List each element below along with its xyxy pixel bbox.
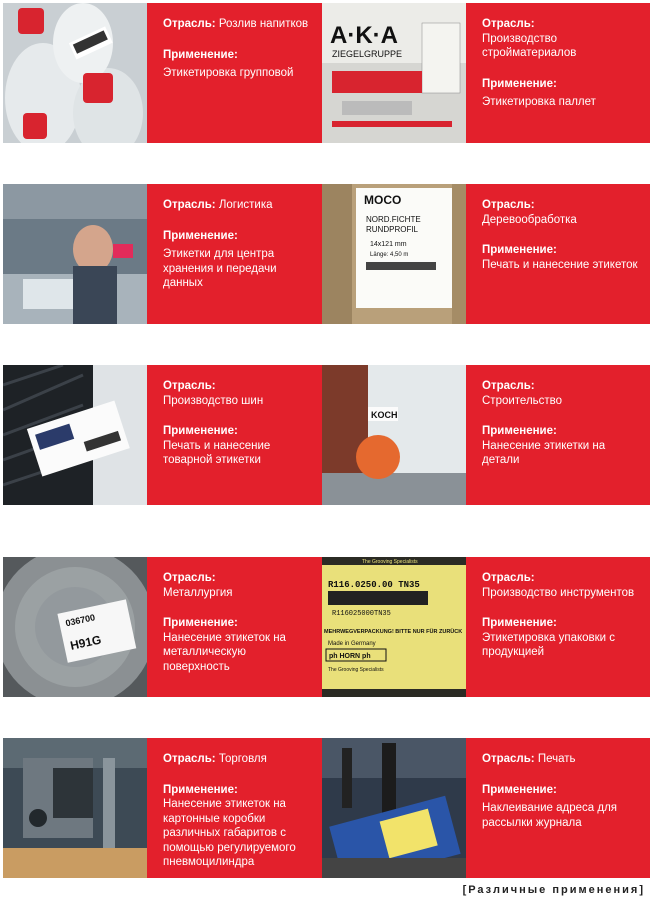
moco-line1-text: NORD.FICHTE: [366, 215, 421, 224]
application-label: Применение:: [163, 48, 238, 61]
tool-code-text: R116.0250.00 TN35: [328, 580, 420, 590]
card-panel-7: Отрасль: Металлургия Применение: Нанесен…: [147, 557, 322, 697]
application-value: Этикетировка упаковки с продукцией: [482, 631, 616, 659]
application-value: Нанесение этикеток на металлическую пове…: [163, 631, 286, 673]
industry-value: Производство инструментов: [482, 586, 635, 599]
moco-len-text: Länge: 4,50 m: [370, 252, 408, 258]
koch-label-text: KOCH: [371, 410, 398, 420]
photo-trade-machine: [3, 738, 147, 878]
industry-value: Логистика: [218, 199, 273, 211]
application-value: Печать и нанесение этикеток: [482, 258, 638, 271]
photo-construction: KOCH: [322, 365, 466, 505]
tool-slogan-text: The Grooving Specialists: [328, 667, 384, 673]
industry-label: Отрасль:: [163, 753, 216, 765]
card-panel-5: Отрасль: Производство шин Применение: Пе…: [147, 365, 322, 505]
industry-label: Отрасль:: [163, 18, 216, 30]
industry-label: Отрасль:: [482, 199, 535, 211]
industry-label: Отрасль:: [482, 380, 535, 392]
application-label: Применение:: [482, 617, 557, 629]
card-panel-4: Отрасль: Деревообработка Применение: Печ…: [466, 184, 650, 324]
photo-print-mailing: [322, 738, 466, 878]
application-label: Применение:: [482, 783, 557, 796]
application-label: Применение:: [163, 617, 238, 629]
moco-size-text: 14x121 mm: [370, 241, 407, 248]
industry-value: Печать: [537, 753, 576, 765]
tool-brand-text: ph HORN ph: [329, 653, 371, 660]
aka-sub-text: ZIEGELGRUPPE: [332, 49, 402, 59]
industry-value: Металлургия: [163, 586, 233, 599]
application-value: Этикетки для центра хранения и передачи …: [163, 248, 277, 289]
industry-value: Строительство: [482, 394, 563, 407]
photo-aka-pallet: A·K·A ZIEGELGRUPPE: [322, 3, 466, 143]
photo-wood-label: MOCO NORD.FICHTE RUNDPROFIL 14x121 mm Lä…: [322, 184, 466, 324]
application-value: Печать и нанесение товарной этикетки: [163, 439, 271, 467]
application-value: Нанесение этикетки на детали: [482, 439, 606, 467]
industry-label: Отрасль:: [163, 572, 216, 584]
application-value: Этикетировка паллет: [482, 96, 596, 108]
card-panel-8: Отрасль: Производство инструментов Приме…: [466, 557, 650, 697]
moco-brand-text: MOCO: [364, 193, 401, 207]
industry-label: Отрасль:: [482, 18, 535, 30]
card-panel-2: Отрасль: Производство стройматериалов Пр…: [466, 3, 650, 143]
tool-slogan-top-text: The Grooving Specialists: [362, 559, 418, 565]
tool-line-text: MEHRWEGVERPACKUNG! BITTE NUR FÜR ZURÜCK: [324, 628, 462, 635]
tool-made-text: Made in Germany: [328, 641, 376, 647]
industry-value: Деревообработка: [482, 213, 577, 226]
industry-label: Отрасль:: [482, 753, 535, 765]
application-label: Применение:: [163, 425, 238, 437]
application-label: Применение:: [482, 77, 557, 90]
photo-tools-box: The Grooving Specialists R116.0250.00 TN…: [322, 557, 466, 697]
application-value: Наклеивание адреса для рассылки журнала: [482, 802, 618, 829]
card-panel-3: Отрасль: Логистика Применение: Этикетки …: [147, 184, 322, 324]
application-value: Нанесение этикеток на картонные коробки …: [163, 798, 296, 868]
card-panel-6: Отрасль: Строительство Применение: Нанес…: [466, 365, 650, 505]
application-label: Применение:: [482, 425, 557, 437]
industry-label: Отрасль:: [163, 380, 216, 392]
photo-logistics: [3, 184, 147, 324]
photo-bottles: [3, 3, 147, 143]
industry-value: Розлив напитков: [218, 18, 309, 30]
application-label: Применение:: [163, 783, 238, 796]
industry-value: Торговля: [218, 753, 267, 765]
application-label: Применение:: [163, 229, 238, 242]
industry-label: Отрасль:: [482, 572, 535, 584]
tool-barcode-text: R116025000TN35: [332, 610, 391, 618]
industry-value: Производство шин: [163, 394, 264, 407]
industry-value: Производство стройматериалов: [482, 32, 577, 60]
industry-label: Отрасль:: [163, 199, 216, 211]
application-value: Этикетировка групповой: [163, 67, 294, 79]
photo-tire: [3, 365, 147, 505]
card-panel-1: Отрасль: Розлив напитков Применение: Эти…: [147, 3, 322, 143]
card-panel-10: Отрасль: Печать Применение: Наклеивание …: [466, 738, 650, 878]
moco-line2-text: RUNDPROFIL: [366, 225, 419, 234]
card-panel-9: Отрасль: Торговля Применение: Нанесение …: [147, 738, 322, 878]
page-caption: [Различные применения]: [462, 884, 645, 896]
photo-metal: 036700 H91G: [3, 557, 147, 697]
aka-logo-text: A·K·A: [330, 22, 398, 49]
application-label: Применение:: [482, 244, 557, 256]
